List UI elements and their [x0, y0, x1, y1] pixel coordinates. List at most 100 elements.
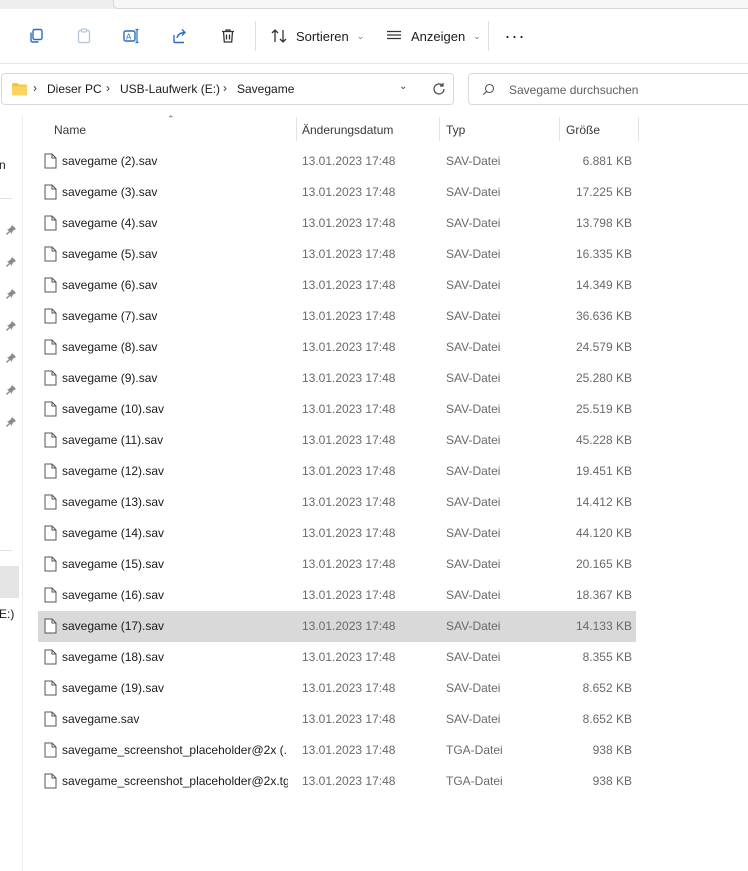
- file-row[interactable]: savegame (19).sav 13.01.2023 17:48 SAV-Dat…: [38, 673, 636, 704]
- rename-icon: A: [123, 28, 139, 44]
- file-type: SAV-Datei: [446, 712, 501, 726]
- sort-button[interactable]: Sortieren ⌄: [270, 22, 364, 50]
- nav-item-usb-drive[interactable]: E:): [0, 607, 14, 621]
- file-icon: [44, 556, 57, 572]
- file-row[interactable]: savegame (15).sav 13.01.2023 17:48 SAV-Dat…: [38, 549, 636, 580]
- file-row[interactable]: savegame (3).sav 13.01.2023 17:48 SAV-Date…: [38, 177, 636, 208]
- file-size: 8.652 KB: [582, 712, 632, 726]
- file-icon: [44, 649, 57, 665]
- file-date: 13.01.2023 17:48: [302, 712, 396, 726]
- delete-button[interactable]: [214, 22, 242, 50]
- file-size: 938 KB: [592, 774, 632, 788]
- file-type: SAV-Datei: [446, 526, 501, 540]
- refresh-icon[interactable]: [431, 81, 447, 97]
- file-row[interactable]: savegame (5).sav 13.01.2023 17:48 SAV-Date…: [38, 239, 636, 270]
- file-row[interactable]: savegame (4).sav 13.01.2023 17:48 SAV-Date…: [38, 208, 636, 239]
- search-box[interactable]: Savegame durchsuchen: [468, 73, 748, 105]
- address-history-dropdown[interactable]: ⌄: [399, 81, 407, 92]
- pin-icon: [6, 353, 16, 363]
- copy-button[interactable]: [22, 22, 50, 50]
- file-row[interactable]: savegame.sav 13.01.2023 17:48 SAV-Datei 8.6…: [38, 704, 636, 735]
- file-row[interactable]: savegame (17).sav 13.01.2023 17:48 SAV-Dat…: [38, 611, 636, 642]
- column-header-size[interactable]: Größe: [566, 123, 600, 137]
- pin-icon: [6, 225, 16, 235]
- file-date: 13.01.2023 17:48: [302, 247, 396, 261]
- file-name: savegame (11).sav: [62, 433, 164, 447]
- file-row[interactable]: savegame (16).sav 13.01.2023 17:48 SAV-Dat…: [38, 580, 636, 611]
- breadcrumb-this-pc[interactable]: Dieser PC: [47, 82, 102, 96]
- tab-strip: [0, 0, 748, 9]
- share-button[interactable]: [166, 22, 194, 50]
- file-icon: [44, 494, 57, 510]
- breadcrumb-usb-drive[interactable]: USB-Laufwerk (E:): [120, 82, 220, 96]
- file-type: SAV-Datei: [446, 402, 501, 416]
- file-size: 8.652 KB: [582, 681, 632, 695]
- file-list: savegame (2).sav 13.01.2023 17:48 SAV-Date…: [38, 146, 636, 797]
- file-row[interactable]: savegame_screenshot_placeholder@2x (... 1…: [38, 735, 636, 766]
- file-row[interactable]: savegame (12).sav 13.01.2023 17:48 SAV-Dat…: [38, 456, 636, 487]
- file-size: 18.367 KB: [575, 588, 632, 602]
- chevron-right-icon[interactable]: ›: [223, 81, 227, 95]
- file-name: savegame_screenshot_placeholder@2x (...: [62, 743, 288, 757]
- file-name: savegame.sav: [62, 712, 140, 726]
- file-icon: [44, 308, 57, 324]
- search-placeholder: Savegame durchsuchen: [509, 83, 639, 97]
- view-button[interactable]: Anzeigen ⌄: [385, 22, 481, 50]
- nav-item-fragment[interactable]: n: [0, 158, 6, 172]
- file-type: SAV-Datei: [446, 185, 501, 199]
- file-row[interactable]: savegame (2).sav 13.01.2023 17:48 SAV-Date…: [38, 146, 636, 177]
- pin-icon: [6, 289, 16, 299]
- file-row[interactable]: savegame (11).sav 13.01.2023 17:48 SAV-Dat…: [38, 425, 636, 456]
- column-header-date[interactable]: Änderungsdatum: [302, 123, 393, 137]
- address-bar[interactable]: › Dieser PC › USB-Laufwerk (E:) › Savega…: [1, 73, 454, 105]
- file-icon: [44, 680, 57, 696]
- toolbar-divider: [255, 21, 256, 51]
- column-header-name[interactable]: Name: [54, 123, 86, 137]
- file-date: 13.01.2023 17:48: [302, 371, 396, 385]
- file-type: SAV-Datei: [446, 247, 501, 261]
- breadcrumb-savegame[interactable]: Savegame: [237, 82, 294, 96]
- file-row[interactable]: savegame (18).sav 13.01.2023 17:48 SAV-Dat…: [38, 642, 636, 673]
- nav-item-selected[interactable]: [0, 566, 19, 598]
- file-size: 14.412 KB: [575, 495, 632, 509]
- file-date: 13.01.2023 17:48: [302, 650, 396, 664]
- column-divider[interactable]: [296, 117, 297, 141]
- file-icon: [44, 432, 57, 448]
- file-icon: [44, 370, 57, 386]
- file-icon: [44, 184, 57, 200]
- file-row[interactable]: savegame (13).sav 13.01.2023 17:48 SAV-Dat…: [38, 487, 636, 518]
- file-name: savegame (10).sav: [62, 402, 165, 416]
- active-tab[interactable]: [113, 0, 748, 9]
- file-row[interactable]: savegame (9).sav 13.01.2023 17:48 SAV-Date…: [38, 363, 636, 394]
- file-date: 13.01.2023 17:48: [302, 774, 396, 788]
- file-row[interactable]: savegame_screenshot_placeholder@2x.tga 13…: [38, 766, 636, 797]
- column-divider[interactable]: [638, 117, 639, 141]
- file-type: SAV-Datei: [446, 278, 501, 292]
- rename-button[interactable]: A: [117, 22, 145, 50]
- command-bar: A Sortieren ⌄ Anzeigen ⌄ ···: [0, 9, 748, 64]
- file-row[interactable]: savegame (10).sav 13.01.2023 17:48 SAV-Dat…: [38, 394, 636, 425]
- more-options-button[interactable]: ···: [501, 22, 529, 50]
- file-type: SAV-Datei: [446, 464, 501, 478]
- toolbar-divider: [488, 21, 489, 51]
- file-date: 13.01.2023 17:48: [302, 743, 396, 757]
- file-date: 13.01.2023 17:48: [302, 464, 396, 478]
- file-row[interactable]: savegame (7).sav 13.01.2023 17:48 SAV-Date…: [38, 301, 636, 332]
- trash-icon: [222, 29, 234, 43]
- column-divider[interactable]: [559, 117, 560, 141]
- file-row[interactable]: savegame (14).sav 13.01.2023 17:48 SAV-Dat…: [38, 518, 636, 549]
- column-divider[interactable]: [439, 117, 440, 141]
- chevron-right-icon[interactable]: ›: [106, 81, 110, 95]
- navigation-pane: n E:): [0, 115, 23, 871]
- view-label: Anzeigen: [411, 28, 466, 44]
- pin-icon: [6, 321, 16, 331]
- paste-button[interactable]: [70, 22, 98, 50]
- file-row[interactable]: savegame (8).sav 13.01.2023 17:48 SAV-Date…: [38, 332, 636, 363]
- file-date: 13.01.2023 17:48: [302, 557, 396, 571]
- file-type: SAV-Datei: [446, 340, 501, 354]
- file-icon: [44, 742, 57, 758]
- file-name: savegame (14).sav: [62, 526, 165, 540]
- file-row[interactable]: savegame (6).sav 13.01.2023 17:48 SAV-Date…: [38, 270, 636, 301]
- column-header-type[interactable]: Typ: [446, 123, 465, 137]
- nav-divider: [0, 198, 12, 199]
